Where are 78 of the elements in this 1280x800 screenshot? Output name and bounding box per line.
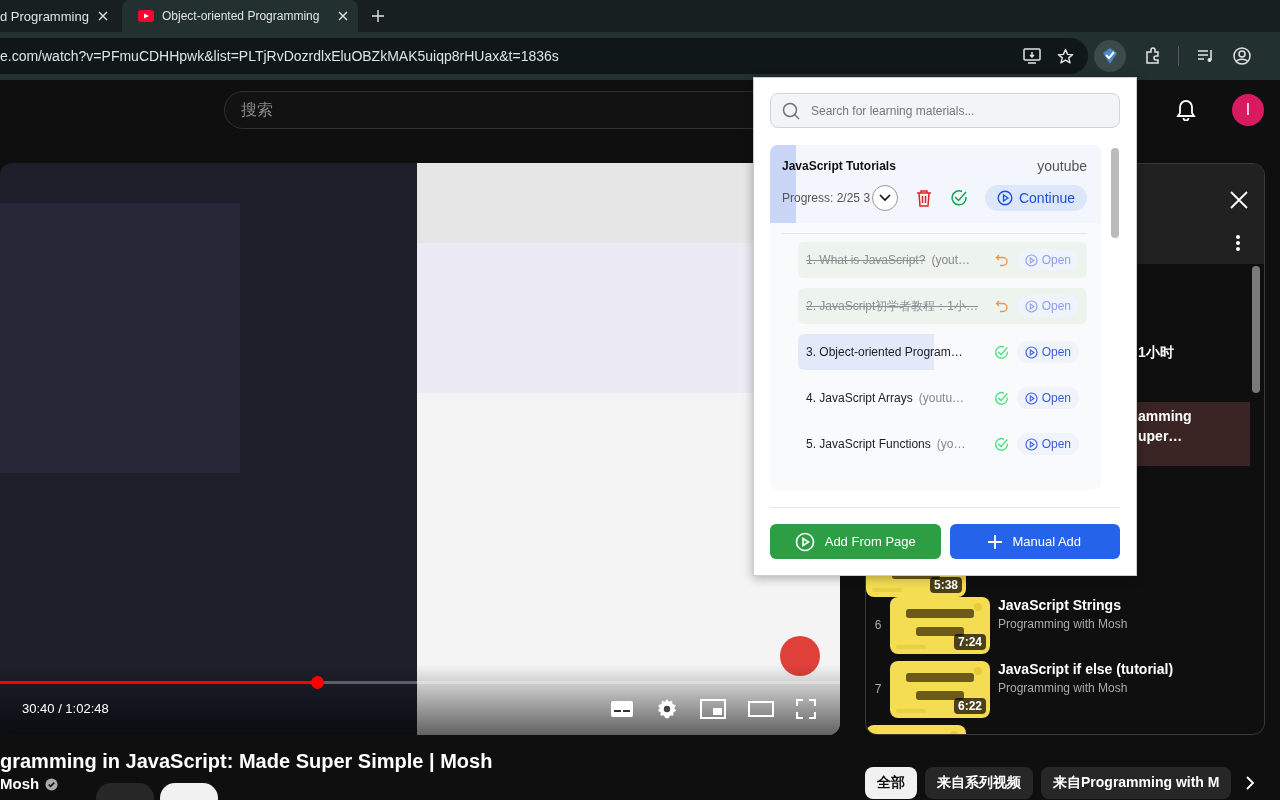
duration-badge: 5:38	[929, 577, 962, 593]
play-circle-icon	[794, 531, 815, 552]
trash-icon[interactable]	[916, 189, 933, 207]
scrollbar[interactable]	[1111, 148, 1119, 238]
new-tab-icon[interactable]	[372, 10, 384, 22]
filter-chip[interactable]: 来自Programming with M	[1041, 767, 1232, 799]
browser-tab[interactable]: Object-oriented Programming	[122, 0, 358, 32]
play-circle-icon	[1024, 253, 1038, 267]
close-icon[interactable]	[98, 11, 108, 21]
bell-icon[interactable]	[1176, 99, 1196, 121]
filter-chip[interactable]: 全部	[865, 767, 917, 799]
plus-icon	[988, 534, 1003, 549]
lesson-title: 3. Object-oriented Program…	[806, 345, 963, 359]
play-circle-icon	[1024, 437, 1038, 451]
settings-icon[interactable]	[656, 697, 678, 720]
star-icon[interactable]	[1057, 47, 1074, 65]
manual-add-button[interactable]: Manual Add	[949, 524, 1120, 559]
avatar[interactable]: I	[1232, 94, 1264, 126]
play-circle-icon	[1024, 299, 1038, 313]
theater-mode-icon[interactable]	[748, 700, 774, 717]
play-circle-icon	[1024, 391, 1038, 405]
lesson-title: 1. What is JavaScript?	[806, 253, 926, 267]
extension-button[interactable]	[1094, 40, 1126, 72]
browser-tab[interactable]: d Programming	[0, 0, 118, 32]
play-circle-icon	[1024, 345, 1038, 359]
collection-title: JavaScript Tutorials	[782, 159, 896, 173]
source-label: (yout…	[931, 253, 971, 267]
item-index: 6	[873, 618, 883, 632]
check-circle-icon[interactable]	[993, 436, 1009, 452]
filter-chip[interactable]: 来自系列视频	[925, 767, 1033, 799]
video-title: amming	[1138, 407, 1192, 426]
lesson-item[interactable]: 4. JavaScript Arrays (youtu… Open	[798, 380, 1087, 416]
close-icon[interactable]	[338, 11, 348, 21]
verified-icon	[45, 778, 59, 791]
continue-button[interactable]: Continue	[984, 185, 1087, 211]
address-bar[interactable]: e.com/watch?v=PFmuCDHHpwk&list=PLTjRvDozrdlxEluOBZkMAK5uiqp8rHUax&t=1836s	[0, 38, 1088, 74]
search-icon	[782, 102, 800, 120]
channel-name[interactable]: Mosh	[0, 775, 40, 793]
duration-badge: 7:24	[953, 634, 986, 650]
playlist-item[interactable]: 6 7:24 JavaScript Strings Programming with Mosh	[866, 593, 1264, 657]
progress-text: Progress: 2/25 3	[782, 191, 871, 205]
check-circle-icon[interactable]	[993, 344, 1009, 360]
lesson-item[interactable]: 3. Object-oriented Program… Open	[798, 334, 1087, 370]
open-button[interactable]: Open	[1016, 433, 1079, 455]
lesson-title: 5. JavaScript Functions	[806, 437, 931, 451]
channel-name: Programming with Mosh	[998, 617, 1128, 631]
diamond-check-icon	[1101, 47, 1119, 65]
playlist-item[interactable]: 7 6:22 JavaScript if else (tutorial) Programming with Mosh	[866, 657, 1264, 721]
scrollbar[interactable]	[1252, 266, 1260, 393]
source-label: youtube	[1037, 158, 1087, 174]
channel-name: Programming with Mosh	[998, 681, 1129, 695]
duration-badge: 6:22	[953, 698, 986, 714]
time-display: 30:40 / 1:02:48	[22, 701, 109, 716]
video-title: uper…	[1138, 427, 1183, 446]
video-title: JavaScript if else (tutorial)	[998, 661, 1174, 677]
puzzle-icon[interactable]	[1144, 47, 1162, 65]
lesson-title: 2. JavaScript初学者教程：1小…	[806, 297, 979, 315]
progress-bar[interactable]	[0, 676, 840, 689]
open-button[interactable]: Open	[1016, 341, 1079, 363]
chevron-down-icon	[879, 194, 892, 202]
profile-icon[interactable]	[1233, 47, 1251, 65]
check-circle-icon[interactable]	[993, 390, 1009, 406]
video-title: JavaScript Strings	[998, 597, 1122, 613]
video-title: gramming in JavaScript: Made Super Simple | Mosh	[0, 749, 494, 773]
more-icon[interactable]	[1236, 235, 1240, 251]
fullscreen-icon[interactable]	[796, 698, 816, 719]
play-circle-icon	[996, 190, 1013, 206]
item-index: 7	[873, 682, 883, 696]
lesson-title: 4. JavaScript Arrays	[806, 391, 913, 405]
open-button[interactable]: Open	[1016, 387, 1079, 409]
check-circle-icon[interactable]	[950, 189, 969, 207]
miniplayer-icon[interactable]	[700, 698, 726, 719]
source-label: (yo…	[936, 437, 966, 451]
install-icon[interactable]	[1023, 48, 1041, 64]
source-label: (youtu…	[918, 391, 965, 405]
chevron-right-icon[interactable]	[1245, 775, 1256, 791]
lesson-item[interactable]: 5. JavaScript Functions (yo… Open	[798, 426, 1087, 462]
media-queue-icon[interactable]	[1197, 48, 1215, 64]
